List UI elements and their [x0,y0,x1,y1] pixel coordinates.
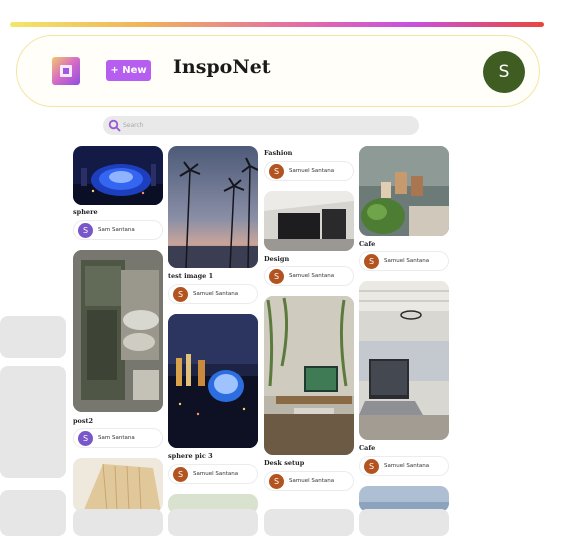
author-chip[interactable]: S Samuel Santana [168,284,258,304]
new-pin-button[interactable]: + New [106,60,151,81]
author-avatar: S [173,287,188,302]
author-chip[interactable]: S Sam Santana [73,220,163,240]
pin-title: Fashion [264,149,293,157]
author-avatar: S [364,459,379,474]
placeholder-card [0,316,66,358]
clothes-photo [73,250,163,412]
cafe-drinks-photo [359,146,449,236]
pin-title: sphere pic 3 [168,452,213,460]
search-icon [108,119,121,132]
room-photo [264,191,354,251]
pin-image-cafe-2[interactable] [359,281,449,440]
book-photo [73,458,163,512]
user-avatar[interactable]: S [483,51,525,93]
author-name: Sam Santana [98,435,135,441]
pin-image-desk-setup[interactable] [264,296,354,455]
sphere-photo [73,146,163,205]
pin-title: Desk setup [264,459,305,467]
author-chip[interactable]: S Samuel Santana [264,471,354,491]
app-title: InspoNet [173,56,271,78]
pin-image-test-image-1[interactable] [168,146,258,268]
author-chip[interactable]: S Samuel Santana [264,266,354,286]
author-name: Samuel Santana [193,291,239,297]
placeholder-card [0,366,66,478]
author-avatar: S [269,269,284,284]
top-gradient-bar [10,22,544,27]
author-name: Samuel Santana [289,168,335,174]
pin-title: sphere [73,208,98,216]
desk-photo [264,296,354,455]
author-name: Samuel Santana [289,273,335,279]
author-chip[interactable]: S Sam Santana [73,428,163,448]
author-avatar: S [269,474,284,489]
author-chip[interactable]: S Samuel Santana [168,464,258,484]
author-avatar: S [173,467,188,482]
placeholder-card [359,509,449,536]
author-avatar: S [78,223,93,238]
author-chip[interactable]: S Samuel Santana [264,161,354,181]
pin-title: post2 [73,417,94,425]
pin-title: test image 1 [168,272,214,280]
author-name: Samuel Santana [384,258,430,264]
author-name: Samuel Santana [193,471,239,477]
pin-title: Cafe [359,444,376,452]
author-avatar: S [364,254,379,269]
author-avatar: S [269,164,284,179]
laptop-cafe-photo [359,281,449,440]
pin-image-post2[interactable] [73,250,163,412]
pin-title: Cafe [359,240,376,248]
search-bar[interactable] [103,116,419,135]
pin-image-book[interactable] [73,458,163,512]
author-name: Samuel Santana [289,478,335,484]
search-input[interactable] [123,118,403,132]
author-chip[interactable]: S Samuel Santana [359,456,449,476]
placeholder-card [264,509,354,536]
pin-title: Design [264,255,290,263]
placeholder-card [168,509,258,536]
pin-image-sphere[interactable] [73,146,163,205]
header-bar: + New InspoNet S [16,35,540,107]
placeholder-card [73,509,163,536]
pin-image-sphere-pic-3[interactable] [168,314,258,448]
city-night-photo [168,314,258,448]
app-logo-icon[interactable] [52,57,80,85]
palm-sunset-photo [168,146,258,268]
placeholder-card [0,490,66,536]
author-name: Samuel Santana [384,463,430,469]
author-name: Sam Santana [98,227,135,233]
pin-image-design[interactable] [264,191,354,251]
pin-image-cafe-1[interactable] [359,146,449,236]
author-avatar: S [78,431,93,446]
author-chip[interactable]: S Samuel Santana [359,251,449,271]
